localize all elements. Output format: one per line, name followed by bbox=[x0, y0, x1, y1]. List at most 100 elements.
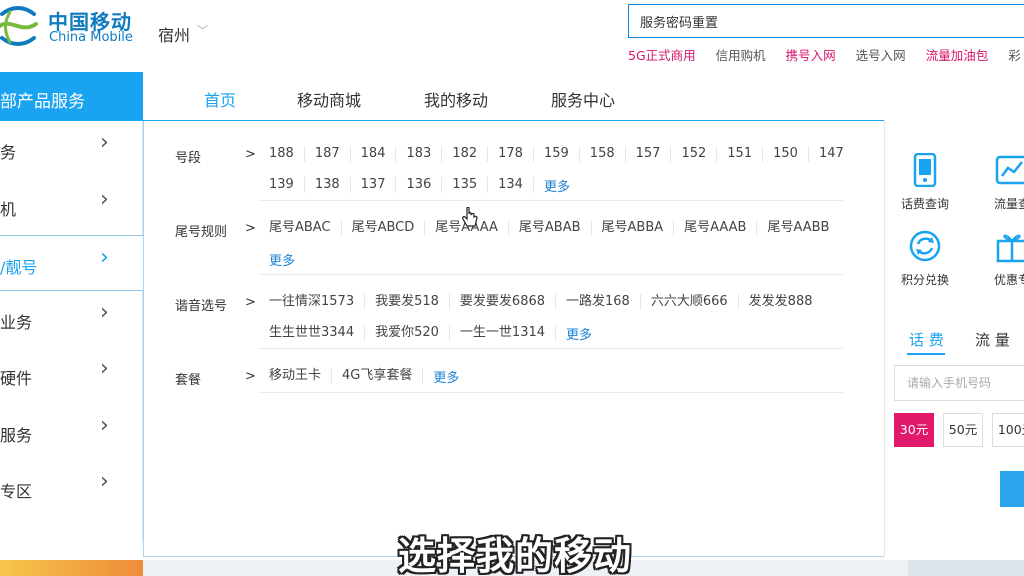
hot-link[interactable]: 彩 bbox=[1008, 45, 1021, 64]
number-option[interactable]: 137 bbox=[351, 177, 397, 193]
tab-phone-fee[interactable]: 话 费 bbox=[909, 329, 944, 350]
nav-mall[interactable]: 移动商城 bbox=[297, 87, 361, 111]
number-option[interactable]: 147 bbox=[809, 146, 854, 162]
number-option[interactable]: 生生世世3344 bbox=[259, 325, 366, 341]
sidebar-item[interactable]: /靓号 › bbox=[0, 235, 143, 291]
option-row: 更多 bbox=[259, 244, 305, 274]
sidebar-item-label: 务 bbox=[0, 143, 17, 162]
number-option[interactable]: 要发要发6868 bbox=[450, 294, 557, 310]
quick-bill-query-label: 话费查询 bbox=[900, 197, 949, 211]
amount-option-50[interactable]: 50元 bbox=[943, 413, 983, 447]
number-option[interactable]: 183 bbox=[396, 146, 443, 162]
amount-option-30[interactable]: 30元 bbox=[894, 413, 934, 447]
number-option[interactable]: 尾号ABAB bbox=[509, 220, 592, 236]
chevron-right-icon: › bbox=[100, 469, 109, 494]
quick-offers-label: 优惠专 bbox=[993, 273, 1024, 287]
number-option[interactable]: 182 bbox=[442, 146, 489, 162]
option-row: 139 138 137 136 135 134 更多 bbox=[259, 170, 580, 200]
bottom-banner-left[interactable] bbox=[0, 560, 143, 576]
hot-link[interactable]: 信用购机 bbox=[716, 45, 766, 64]
nav-service-center[interactable]: 服务中心 bbox=[551, 87, 615, 111]
quick-data-query[interactable]: 流量查 bbox=[977, 153, 1024, 212]
nav-home[interactable]: 首页 bbox=[204, 87, 236, 111]
number-option[interactable]: 尾号ABAC bbox=[259, 220, 342, 236]
more-link[interactable]: 更多 bbox=[259, 250, 305, 269]
tab-data-flow[interactable]: 流 量 bbox=[975, 329, 1010, 350]
number-option[interactable]: 159 bbox=[534, 146, 580, 162]
recharge-button[interactable] bbox=[1000, 471, 1024, 507]
city-selector[interactable]: 宿州 bbox=[158, 22, 190, 46]
all-products-menu[interactable]: 部产品服务 bbox=[0, 72, 143, 121]
number-option[interactable]: 152 bbox=[671, 146, 718, 162]
search-box[interactable] bbox=[628, 4, 1024, 38]
sidebar-item-label: 专区 bbox=[0, 482, 33, 501]
china-mobile-logo[interactable]: 中国移动 China Mobile bbox=[0, 2, 145, 50]
number-option[interactable]: 尾号ABCD bbox=[342, 220, 426, 236]
number-option[interactable]: 尾号ABBA bbox=[592, 220, 675, 236]
more-link[interactable]: 更多 bbox=[534, 176, 580, 195]
section-divider bbox=[259, 200, 844, 201]
number-option[interactable]: 移动王卡 bbox=[259, 368, 333, 384]
option-row: 一往情深1573 我要发518 要发要发6868 一路发168 六六大顺666 发发发88… bbox=[259, 287, 823, 317]
china-mobile-logo-icon bbox=[0, 6, 38, 46]
points-exchange-icon bbox=[909, 230, 941, 262]
sidebar-item[interactable]: 硬件 › bbox=[0, 347, 143, 403]
number-option[interactable]: 尾号AABB bbox=[757, 220, 839, 236]
sidebar-item[interactable]: 专区 › bbox=[0, 460, 143, 516]
chevron-right-icon: › bbox=[100, 130, 109, 155]
number-option[interactable]: 尾号AAAB bbox=[674, 220, 758, 236]
number-option[interactable]: 158 bbox=[580, 146, 626, 162]
section-divider bbox=[259, 274, 844, 275]
number-option[interactable]: 187 bbox=[305, 146, 351, 162]
number-selection-panel: 号段 >188 187 184 183 182 178 159 158 157 152 151 150 1… bbox=[143, 121, 885, 557]
number-option[interactable]: 151 bbox=[717, 146, 764, 162]
hot-link[interactable]: 5G正式商用 bbox=[628, 45, 696, 64]
section-arrow: > bbox=[245, 221, 256, 236]
hot-link[interactable]: 选号入网 bbox=[856, 45, 906, 64]
bottom-banner-right[interactable] bbox=[908, 560, 1024, 576]
more-link[interactable]: 更多 bbox=[556, 324, 602, 343]
nav-my-mobile[interactable]: 我的移动 bbox=[424, 87, 488, 111]
number-option[interactable]: 一路发168 bbox=[556, 294, 641, 310]
number-option[interactable]: 188 bbox=[259, 146, 305, 162]
number-option[interactable]: 六六大顺666 bbox=[641, 294, 739, 310]
sidebar-item[interactable]: 业务 › bbox=[0, 291, 143, 347]
sidebar-item[interactable]: 机 › bbox=[0, 178, 143, 234]
number-option[interactable]: 一往情深1573 bbox=[259, 294, 366, 310]
search-input[interactable] bbox=[629, 5, 1024, 37]
all-products-label: 部产品服务 bbox=[0, 92, 85, 112]
number-option[interactable]: 138 bbox=[305, 177, 351, 193]
hot-link[interactable]: 流量加油包 bbox=[926, 45, 989, 64]
more-link[interactable]: 更多 bbox=[423, 367, 469, 386]
chevron-down-icon[interactable]: ﹀ bbox=[197, 22, 208, 38]
number-option[interactable]: 150 bbox=[763, 146, 809, 162]
number-option[interactable]: 134 bbox=[488, 177, 534, 193]
number-option[interactable]: 184 bbox=[351, 146, 397, 162]
phone-number-field[interactable] bbox=[894, 365, 1024, 401]
sidebar-item[interactable]: 服务 › bbox=[0, 404, 143, 460]
number-option[interactable]: 我爱你520 bbox=[365, 325, 450, 341]
chevron-right-icon: › bbox=[100, 413, 109, 438]
number-option[interactable]: 我要发518 bbox=[365, 294, 450, 310]
option-row: 188 187 184 183 182 178 159 158 157 152 151 150 147 bbox=[259, 139, 854, 169]
number-option[interactable]: 139 bbox=[259, 177, 305, 193]
number-option[interactable]: 178 bbox=[488, 146, 534, 162]
option-row: 移动王卡 4G飞享套餐 更多 bbox=[259, 361, 469, 391]
quick-service-column: 话费查询 流量查 积分兑换 优惠专 话 费 流 量 请输入手机号码 30元 50… bbox=[884, 121, 1024, 557]
number-option[interactable]: 一生一世1314 bbox=[450, 325, 557, 341]
quick-offers[interactable]: 优惠专 bbox=[977, 229, 1024, 288]
number-option[interactable]: 135 bbox=[442, 177, 489, 193]
number-option[interactable]: 136 bbox=[396, 177, 443, 193]
number-option[interactable]: 157 bbox=[626, 146, 672, 162]
quick-bill-query[interactable]: 话费查询 bbox=[890, 153, 960, 212]
phone-number-input[interactable] bbox=[895, 366, 1024, 400]
number-option[interactable]: 发发发888 bbox=[739, 294, 823, 310]
sidebar-item[interactable]: 务 › bbox=[0, 121, 143, 177]
hot-link[interactable]: 携号入网 bbox=[786, 45, 836, 64]
chevron-right-icon: › bbox=[100, 356, 109, 381]
amount-option-100[interactable]: 100元 bbox=[992, 413, 1024, 447]
number-option[interactable]: 4G飞享套餐 bbox=[332, 368, 424, 384]
sidebar-item-label: 业务 bbox=[0, 313, 33, 332]
quick-points-exchange[interactable]: 积分兑换 bbox=[890, 229, 960, 288]
section-arrow: > bbox=[245, 369, 256, 384]
